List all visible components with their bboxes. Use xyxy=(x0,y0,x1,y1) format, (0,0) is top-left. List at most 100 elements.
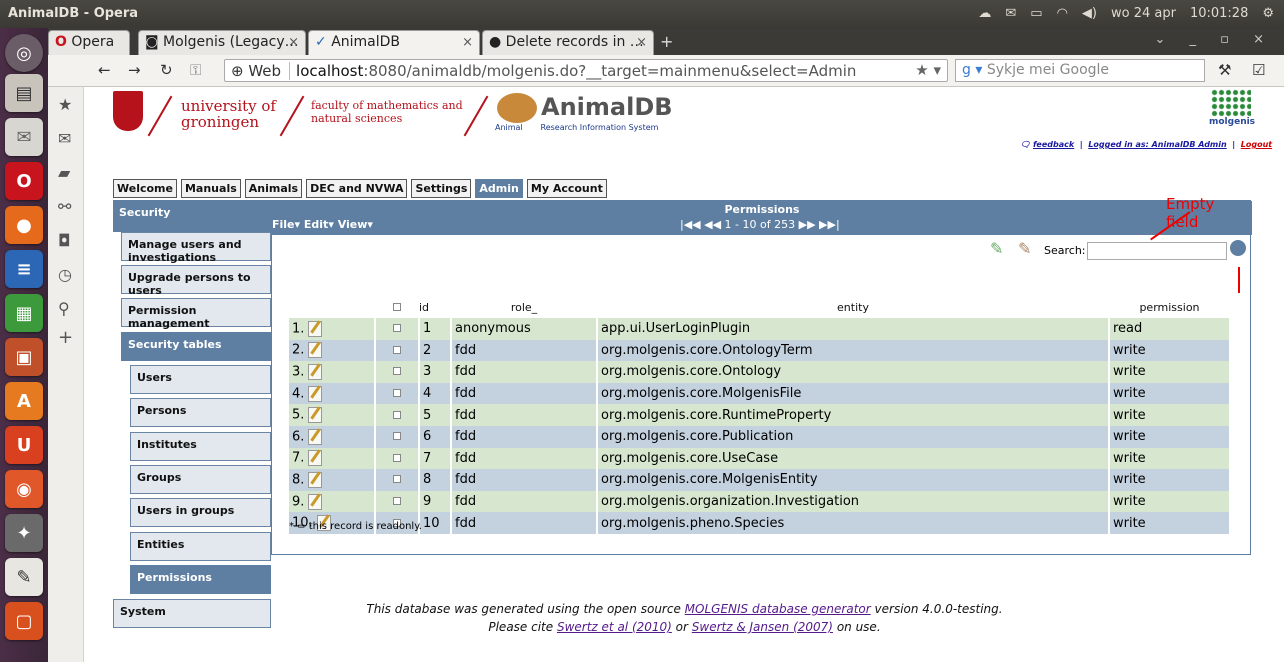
table-row[interactable]: 9. 9 fdd org.molgenis.organization.Investig… xyxy=(289,490,1231,513)
edit-row-icon[interactable] xyxy=(308,320,323,337)
battery-icon[interactable]: ▭ xyxy=(1030,6,1042,21)
table-row[interactable]: 3. 3 fdd org.molgenis.core.Ontology write xyxy=(289,361,1231,383)
menu-tab-welcome[interactable]: Welcome xyxy=(113,179,177,198)
tools-icon[interactable]: ⚒ xyxy=(1218,61,1231,79)
volume-icon[interactable]: ◀) xyxy=(1082,6,1097,21)
new-tab-button[interactable]: + xyxy=(660,32,673,51)
workspace-icon[interactable]: ▢ xyxy=(5,602,43,640)
address-bar[interactable]: ⊕ Web localhost:8080/animaldb/molgenis.do… xyxy=(224,59,948,82)
search-panel-icon[interactable]: ⚲ xyxy=(58,299,70,318)
tab-molgenis[interactable]: ◙ Molgenis (Legacy… × xyxy=(138,30,306,55)
clock-time[interactable]: 10:01:28 xyxy=(1190,6,1248,21)
feedback-link[interactable]: feedback xyxy=(1033,140,1074,149)
calc-icon[interactable]: ▦ xyxy=(5,294,43,332)
opera-icon[interactable]: O xyxy=(5,162,43,200)
back-button[interactable]: ← xyxy=(98,61,111,79)
select-all-checkbox[interactable] xyxy=(393,302,401,311)
menu-tab-my-account[interactable]: My Account xyxy=(526,179,607,198)
search-input[interactable] xyxy=(1087,242,1227,260)
table-row[interactable]: 10. 10 fdd org.molgenis.pheno.Species write xyxy=(289,512,1231,534)
bookmarks-icon[interactable]: ★ xyxy=(58,95,72,114)
nav-users-in-groups[interactable]: Users in groups xyxy=(130,498,271,527)
search-engine-field[interactable]: g ▾ Sykje mei Google xyxy=(955,59,1205,82)
menu-tab-manuals[interactable]: Manuals xyxy=(180,179,241,198)
logged-in-link[interactable]: Logged in as: AnimalDB Admin xyxy=(1088,140,1226,149)
notes-panel-icon[interactable]: ▰ xyxy=(58,163,70,182)
logout-link[interactable]: Logout xyxy=(1241,140,1272,149)
citation-link-1[interactable]: Swertz et al (2010) xyxy=(557,620,672,634)
row-checkbox[interactable] xyxy=(393,324,401,333)
files-icon[interactable]: ▤ xyxy=(5,74,43,112)
close-icon[interactable]: × xyxy=(636,35,647,50)
firefox-icon[interactable]: ● xyxy=(5,206,43,244)
header-entity[interactable]: entity xyxy=(597,296,1109,318)
menu-tab-admin[interactable]: Admin xyxy=(475,179,523,198)
window-controls[interactable]: ⌄ _ ▫ × xyxy=(1155,32,1275,47)
row-checkbox[interactable] xyxy=(393,389,401,398)
nav-institutes[interactable]: Institutes xyxy=(130,432,271,461)
nav-persons[interactable]: Persons xyxy=(130,398,271,427)
web-badge[interactable]: ⊕ Web xyxy=(231,62,291,80)
ubuntu-one-music-icon[interactable]: ◉ xyxy=(5,470,43,508)
next-page-icon[interactable]: ▶▶ xyxy=(799,218,816,231)
row-checkbox[interactable] xyxy=(393,432,401,441)
edit-row-icon[interactable] xyxy=(308,385,323,402)
last-page-icon[interactable]: ▶▶| xyxy=(819,218,840,231)
history-icon[interactable]: ◷ xyxy=(58,265,72,284)
row-checkbox[interactable] xyxy=(393,475,401,484)
edit-row-icon[interactable] xyxy=(308,450,323,467)
row-checkbox[interactable] xyxy=(393,345,401,354)
prev-page-icon[interactable]: ◀◀ xyxy=(704,218,721,231)
edit-row-icon[interactable] xyxy=(308,407,323,424)
settings-icon[interactable]: ✦ xyxy=(5,514,43,552)
table-row[interactable]: 4. 4 fdd org.molgenis.core.MolgenisFile writ… xyxy=(289,382,1231,405)
edit-row-icon[interactable] xyxy=(308,428,323,445)
close-icon[interactable]: × xyxy=(288,35,299,50)
nav-upgrade-persons[interactable]: Upgrade persons to users xyxy=(121,265,271,297)
view-menu[interactable]: View xyxy=(338,218,368,231)
mail-app-icon[interactable]: ✉ xyxy=(5,118,43,156)
key-icon[interactable]: ⚿ xyxy=(190,61,201,79)
tab-delete-records[interactable]: ● Delete records in … × xyxy=(482,30,654,55)
citation-link-2[interactable]: Swertz & Jansen (2007) xyxy=(692,620,833,634)
nav-permissions[interactable]: Permissions xyxy=(130,565,271,594)
edit-row-icon[interactable] xyxy=(308,493,323,510)
edit-menu[interactable]: Edit xyxy=(304,218,328,231)
impress-icon[interactable]: ▣ xyxy=(5,338,43,376)
bookmark-star-icon[interactable]: ★ ▾ xyxy=(915,61,941,79)
table-row[interactable]: 2. 2 fdd org.molgenis.core.OntologyTerm writ… xyxy=(289,339,1231,362)
close-icon[interactable]: × xyxy=(462,35,473,50)
menu-tab-settings[interactable]: Settings xyxy=(411,179,472,198)
nav-groups[interactable]: Groups xyxy=(130,465,271,494)
first-page-icon[interactable]: |◀◀ xyxy=(680,218,701,231)
table-row[interactable]: 8. 8 fdd org.molgenis.core.MolgenisEntity wr… xyxy=(289,469,1231,491)
add-panel-icon[interactable]: + xyxy=(58,327,73,348)
edit-record-icon[interactable]: ✎ xyxy=(1018,239,1031,258)
row-checkbox[interactable] xyxy=(393,367,401,376)
text-editor-icon[interactable]: ✎ xyxy=(5,558,43,596)
table-row[interactable]: 1. 1 anonymous app.ui.UserLoginPlugin read xyxy=(289,318,1231,340)
menu-tab-animals[interactable]: Animals xyxy=(244,179,303,198)
opera-menu-button[interactable]: O Opera xyxy=(48,30,130,55)
links-icon[interactable]: ⚯ xyxy=(58,197,71,216)
writer-icon[interactable]: ≡ xyxy=(5,250,43,288)
mail-panel-icon[interactable]: ✉ xyxy=(58,129,71,148)
notes-icon[interactable]: ☑ xyxy=(1252,61,1265,79)
nav-permission-management[interactable]: Permission management xyxy=(121,298,271,330)
molgenis-link[interactable]: MOLGENIS database generator xyxy=(685,602,871,616)
google-icon[interactable]: g ▾ xyxy=(962,62,982,78)
forward-button[interactable]: → xyxy=(128,61,141,79)
nav-manage-users[interactable]: Manage users and investigations xyxy=(121,232,271,264)
nav-entities[interactable]: Entities xyxy=(130,532,271,561)
add-record-icon[interactable]: ✎ xyxy=(990,239,1003,258)
software-center-icon[interactable]: A xyxy=(5,382,43,420)
file-menu[interactable]: File xyxy=(272,218,295,231)
nav-users[interactable]: Users xyxy=(130,365,271,394)
ubuntu-one-icon[interactable]: U xyxy=(5,426,43,464)
table-row[interactable]: 6. 6 fdd org.molgenis.core.Publication write xyxy=(289,425,1231,448)
nav-security-tables[interactable]: Security tables xyxy=(121,332,271,361)
header-role[interactable]: role_ xyxy=(451,296,597,318)
edit-row-icon[interactable] xyxy=(308,471,323,488)
transfers-icon[interactable]: ◘ xyxy=(58,231,71,250)
clock-date[interactable]: wo 24 apr xyxy=(1111,6,1176,21)
